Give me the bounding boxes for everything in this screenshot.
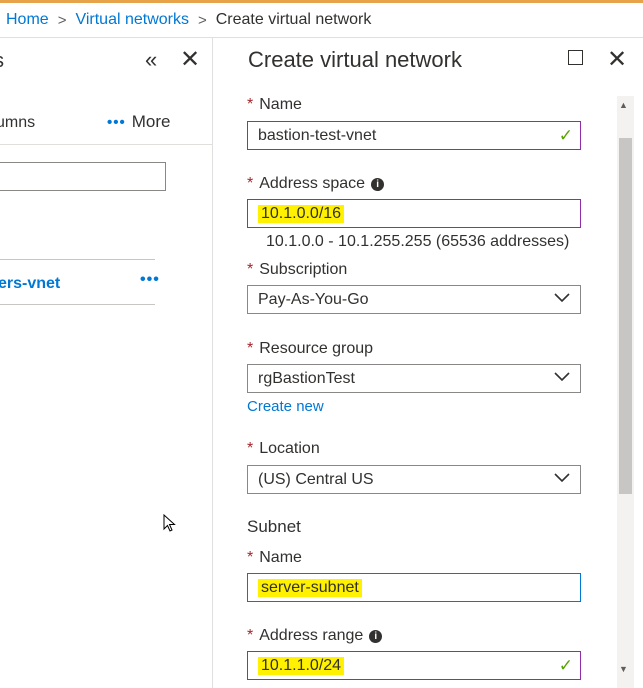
location-label: * Location <box>247 440 320 458</box>
chevron-down-icon <box>554 372 570 382</box>
location-label-text: Location <box>259 440 320 457</box>
address-range-field[interactable]: 10.1.1.0/24 ✓ <box>247 651 581 680</box>
required-marker: * <box>247 627 254 644</box>
subnet-name-value: server-subnet <box>258 578 362 597</box>
address-range-label: * Address range i <box>247 627 383 645</box>
scroll-up-arrow-icon[interactable]: ▲ <box>619 100 628 110</box>
scrollbar-thumb[interactable] <box>619 138 632 494</box>
address-range-label-text: Address range <box>259 627 364 644</box>
vnet-list-item-link[interactable]: ers-vnet <box>0 275 60 293</box>
chevron-down-icon <box>554 473 570 483</box>
subscription-label: * Subscription <box>247 261 347 279</box>
subnet-name-field[interactable]: server-subnet <box>247 573 581 602</box>
required-marker: * <box>247 261 254 278</box>
address-space-hint: 10.1.0.0 - 10.1.255.255 (65536 addresses… <box>266 233 570 250</box>
name-label-text: Name <box>259 96 302 113</box>
required-marker: * <box>247 175 254 192</box>
row-context-menu-button[interactable]: ••• <box>140 271 160 289</box>
address-range-value: 10.1.1.0/24 <box>258 656 345 675</box>
more-dots-icon: ••• <box>107 113 126 131</box>
name-field[interactable]: bastion-test-vnet ✓ <box>247 121 581 150</box>
breadcrumb-home-link[interactable]: Home <box>6 11 49 29</box>
location-value: (US) Central US <box>258 470 374 488</box>
resource-group-label: * Resource group <box>247 340 373 358</box>
subscription-dropdown[interactable]: Pay-As-You-Go <box>247 285 581 314</box>
subnet-name-label: * Name <box>247 549 302 567</box>
breadcrumb: Home > Virtual networks > Create virtual… <box>0 3 643 37</box>
resource-group-dropdown[interactable]: rgBastionTest <box>247 364 581 393</box>
subnet-heading: Subnet <box>247 517 301 536</box>
list-divider <box>0 304 155 305</box>
info-icon[interactable]: i <box>371 178 385 191</box>
breadcrumb-virtual-networks-link[interactable]: Virtual networks <box>75 11 189 29</box>
collapse-blade-button[interactable]: « <box>145 47 157 73</box>
maximize-button[interactable] <box>568 50 583 65</box>
name-value: bastion-test-vnet <box>258 126 377 144</box>
breadcrumb-separator: > <box>197 11 207 29</box>
more-button[interactable]: ••• More <box>107 112 171 132</box>
resource-group-label-text: Resource group <box>259 340 374 357</box>
create-vnet-blade: Create virtual network ✕ * Name bastion-t… <box>214 38 643 688</box>
list-divider <box>0 259 155 260</box>
address-space-value: 10.1.0.0/16 <box>258 204 345 223</box>
chevron-down-icon <box>554 293 570 303</box>
edit-columns-button[interactable]: umns <box>0 114 35 132</box>
info-icon[interactable]: i <box>369 630 383 643</box>
location-dropdown[interactable]: (US) Central US <box>247 465 581 494</box>
address-space-label: * Address space i <box>247 175 385 193</box>
address-space-label-text: Address space <box>259 175 366 192</box>
breadcrumb-separator: > <box>57 11 67 29</box>
blade-title-fragment: s <box>0 50 4 73</box>
required-marker: * <box>247 440 254 457</box>
blade-title: Create virtual network <box>248 47 462 72</box>
virtual-networks-blade: s « ✕ umns ••• More ers-vnet ••• <box>0 38 213 688</box>
valid-check-icon: ✓ <box>558 656 573 675</box>
address-space-field[interactable]: 10.1.0.0/16 <box>247 199 581 228</box>
required-marker: * <box>247 549 254 566</box>
subnet-name-label-text: Name <box>259 549 302 566</box>
more-label: More <box>131 112 171 131</box>
required-marker: * <box>247 340 254 357</box>
close-blade-button[interactable]: ✕ <box>180 45 200 74</box>
close-blade-button[interactable]: ✕ <box>607 45 627 74</box>
create-new-resource-group-link[interactable]: Create new <box>247 398 324 415</box>
subscription-value: Pay-As-You-Go <box>258 290 369 308</box>
required-marker: * <box>247 96 254 113</box>
valid-check-icon: ✓ <box>558 126 573 145</box>
toolbar-divider <box>0 144 212 145</box>
resource-group-value: rgBastionTest <box>258 369 355 387</box>
mouse-pointer-icon <box>163 514 176 532</box>
scroll-down-arrow-icon[interactable]: ▼ <box>619 664 628 674</box>
name-label: * Name <box>247 96 302 114</box>
breadcrumb-current: Create virtual network <box>215 11 372 28</box>
filter-input[interactable] <box>0 162 166 191</box>
subscription-label-text: Subscription <box>259 261 348 278</box>
